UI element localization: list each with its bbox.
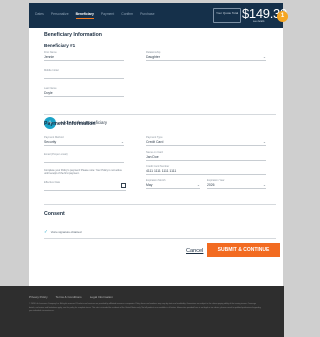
relationship-label: Relationship — [146, 51, 161, 54]
consent-title: Consent — [44, 211, 65, 217]
middle-initial-label: Middle Initial — [44, 69, 59, 72]
last-name-field[interactable]: Last Name Doyle — [44, 87, 124, 97]
step-personalize[interactable]: Personalize — [51, 11, 69, 19]
exp-year-value: 2026 — [207, 183, 215, 187]
payment-method-select[interactable]: Payment Method Security ⌄ — [44, 136, 124, 146]
exp-month-label: Expiration Month — [146, 179, 166, 182]
calendar-icon[interactable] — [121, 183, 126, 188]
submit-continue-button[interactable]: SUBMIT & CONTINUE — [207, 243, 280, 257]
quote-total-box: Your Quote Total — [213, 8, 241, 23]
exp-year-label: Expiration Year — [207, 179, 225, 182]
exp-month-select[interactable]: Expiration Month May ⌄ — [146, 179, 200, 189]
chevron-down-icon: ⌄ — [262, 55, 266, 59]
first-name-value: Jennie — [44, 55, 54, 59]
footer-legal-text: © 2024 Life Insurance Company Inc. All r… — [29, 303, 261, 313]
consent-text: Voice signature obtained — [50, 230, 82, 234]
enrollment-page: Dates Personalize Beneficiary Payment Co… — [29, 3, 288, 286]
email-label: Email (Proper email) — [44, 153, 68, 156]
consent-row[interactable]: ✓ Voice signature obtained — [44, 229, 81, 235]
footer-link-legal[interactable]: Legal Information — [90, 295, 113, 299]
step-confirm[interactable]: Confirm — [121, 11, 133, 19]
first-name-label: First Name — [44, 51, 57, 54]
footer-links: Privacy Policy Terms & Conditions Legal … — [29, 295, 113, 299]
step-purchase[interactable]: Purchase — [140, 11, 154, 19]
email-field[interactable]: Email (Proper email) — [44, 153, 124, 163]
beneficiary-title: Beneficiary Information — [44, 32, 102, 38]
card-number-value: 4111 1111 1111 1111 — [146, 169, 177, 173]
payment-type-select[interactable]: Payment Type Credit Card ⌄ — [146, 136, 266, 146]
exp-year-select[interactable]: Expiration Year 2026 ⌄ — [207, 179, 266, 189]
payment-note: Complete your Policy's payment! Please n… — [44, 169, 122, 176]
progress-nav: Dates Personalize Beneficiary Payment Co… — [29, 3, 288, 28]
section-divider — [44, 204, 276, 205]
chevron-down-icon: ⌄ — [196, 183, 200, 187]
card-number-field[interactable]: Credit Card Number 4111 1111 1111 1111 — [146, 165, 266, 175]
exp-month-value: May — [146, 183, 153, 187]
site-footer: Privacy Policy Terms & Conditions Legal … — [0, 286, 284, 337]
section-divider — [44, 238, 276, 239]
relationship-value: Daughter — [146, 55, 160, 59]
payment-method-label: Payment Method — [44, 136, 64, 139]
beneficiary-subtitle: Beneficiary #1 — [44, 43, 76, 48]
effective-date-label: Effective Date — [44, 181, 61, 184]
step-list: Dates Personalize Beneficiary Payment Co… — [35, 11, 154, 19]
check-icon[interactable]: ✓ — [44, 229, 48, 235]
middle-initial-field[interactable]: Middle Initial — [44, 69, 124, 79]
footer-link-terms[interactable]: Terms & Conditions — [56, 295, 82, 299]
card-name-label: Name on Card — [146, 151, 163, 154]
step-dates[interactable]: Dates — [35, 11, 44, 19]
cart-badge[interactable]: 1 — [277, 11, 288, 22]
footer-link-privacy[interactable]: Privacy Policy — [29, 295, 48, 299]
payment-type-value: Credit Card — [146, 140, 164, 144]
quote-details-link[interactable]: see details — [253, 20, 264, 23]
payment-method-value: Security — [44, 140, 57, 144]
chevron-down-icon: ⌄ — [262, 140, 266, 144]
effective-date-field[interactable]: Effective Date — [44, 181, 126, 191]
payment-type-label: Payment Type — [146, 136, 163, 139]
cancel-link[interactable]: Cancel — [186, 248, 203, 254]
step-beneficiary[interactable]: Beneficiary — [75, 11, 94, 19]
step-payment[interactable]: Payment — [101, 11, 114, 19]
chevron-down-icon: ⌄ — [262, 183, 266, 187]
first-name-field[interactable]: First Name Jennie — [44, 51, 124, 61]
card-name-value: Jan Doe — [146, 155, 159, 159]
section-divider — [44, 114, 276, 115]
card-name-field[interactable]: Name on Card Jan Doe — [146, 151, 266, 161]
card-number-label: Credit Card Number — [146, 165, 170, 168]
payment-title: Payment Information — [44, 121, 96, 127]
relationship-select[interactable]: Relationship Daughter ⌄ — [146, 51, 266, 61]
chevron-down-icon: ⌄ — [120, 140, 124, 144]
last-name-label: Last Name — [44, 87, 57, 90]
last-name-value: Doyle — [44, 91, 53, 95]
quote-total-label: Your Quote Total — [216, 11, 239, 15]
